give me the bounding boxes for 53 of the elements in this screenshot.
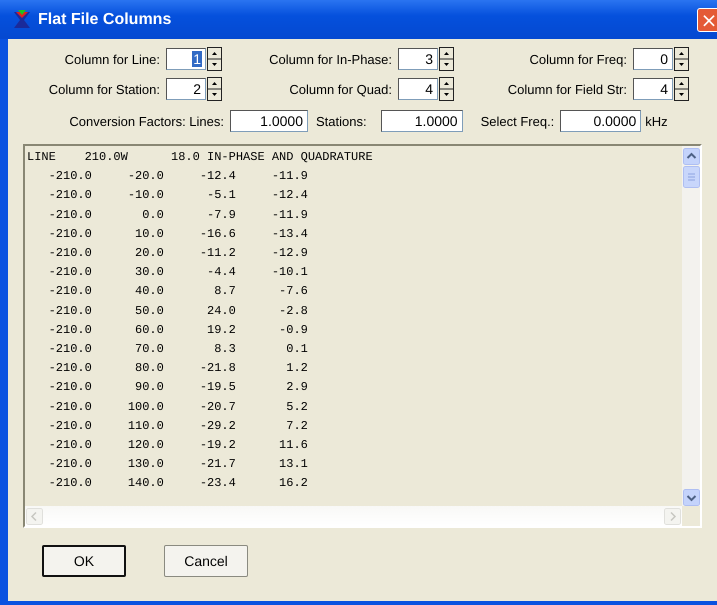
- field-label: Column for Station:: [48, 82, 160, 96]
- input-field[interactable]: 0.0000: [560, 110, 642, 132]
- text-line: -210.0 0.0 -7.9 -11.9: [48, 206, 308, 224]
- text-line: -210.0 130.0 -21.7 13.1: [48, 456, 308, 474]
- field-label: Select Freq.:: [480, 114, 554, 128]
- spinner-arrows-icon[interactable]: [207, 77, 222, 101]
- scroll-thumb-icon[interactable]: [682, 166, 700, 188]
- unit-label: kHz: [645, 114, 668, 128]
- text-line: -210.0 90.0 -19.5 2.9: [48, 379, 308, 396]
- spinner-arrows-icon[interactable]: [439, 47, 454, 71]
- field-label: Stations:: [316, 114, 367, 128]
- input-field[interactable]: 1.0000: [230, 110, 308, 132]
- text-line: LINE 210.0W 18.0 IN-PHASE AND QUADRATURE: [27, 149, 373, 166]
- spinner-arrows-icon[interactable]: [207, 47, 222, 71]
- text-area[interactable]: [23, 144, 702, 528]
- text-line: -210.0 -10.0 -5.1 -12.4: [48, 187, 308, 204]
- text-line: -210.0 20.0 -11.2 -12.9: [48, 245, 308, 262]
- text-line: -210.0 40.0 8.7 -7.6: [48, 283, 308, 300]
- text-line: -210.0 30.0 -4.4 -10.1: [48, 264, 308, 282]
- spin-field[interactable]: 0: [633, 48, 673, 70]
- field-label: Column for Line:: [64, 52, 160, 66]
- text-line: -210.0 60.0 19.2 -0.9: [48, 322, 308, 339]
- scroll-up-icon[interactable]: [682, 148, 700, 165]
- field-label: Column for In-Phase:: [268, 52, 392, 66]
- spin-field[interactable]: 4: [398, 78, 438, 100]
- spin-field[interactable]: 4: [633, 78, 673, 100]
- text-line: -210.0 100.0 -20.7 5.2: [48, 398, 308, 416]
- spinner-arrows-icon[interactable]: [674, 77, 689, 101]
- text-line: -210.0 120.0 -19.2 11.6: [48, 437, 308, 454]
- text-line: -210.0 -20.0 -12.4 -11.9: [48, 168, 308, 186]
- field-label: Conversion Factors: Lines:: [68, 114, 224, 128]
- app-logo-icon: [12, 10, 32, 30]
- text-line: -210.0 10.0 -16.6 -13.4: [48, 226, 308, 243]
- text-line: -210.0 110.0 -29.2 7.2: [48, 418, 308, 435]
- close-button[interactable]: ×: [697, 8, 717, 32]
- vertical-scrollbar[interactable]: [682, 146, 700, 506]
- scroll-down-icon[interactable]: [682, 489, 700, 506]
- spin-field[interactable]: 2: [166, 78, 206, 100]
- text-line: -210.0 50.0 24.0 -2.8: [48, 302, 308, 320]
- input-field[interactable]: 1.0000: [380, 110, 463, 132]
- dialog-button[interactable]: Cancel: [164, 545, 248, 577]
- spinner-arrows-icon[interactable]: [439, 77, 454, 101]
- text-line: -210.0 140.0 -23.4 16.2: [48, 475, 308, 492]
- dialog-button[interactable]: OK: [42, 545, 126, 577]
- window-title: Flat File Columns: [38, 10, 172, 28]
- field-label: Column for Quad:: [288, 82, 392, 96]
- text-line: -210.0 80.0 -21.8 1.2: [48, 360, 308, 378]
- spinner-arrows-icon[interactable]: [674, 47, 689, 71]
- spin-field[interactable]: 3: [398, 48, 438, 70]
- text-line: -210.0 70.0 8.3 0.1: [48, 341, 308, 358]
- spin-field[interactable]: 1: [166, 48, 206, 70]
- field-label: Column for Field Str:: [506, 82, 627, 96]
- field-label: Column for Freq:: [528, 52, 627, 66]
